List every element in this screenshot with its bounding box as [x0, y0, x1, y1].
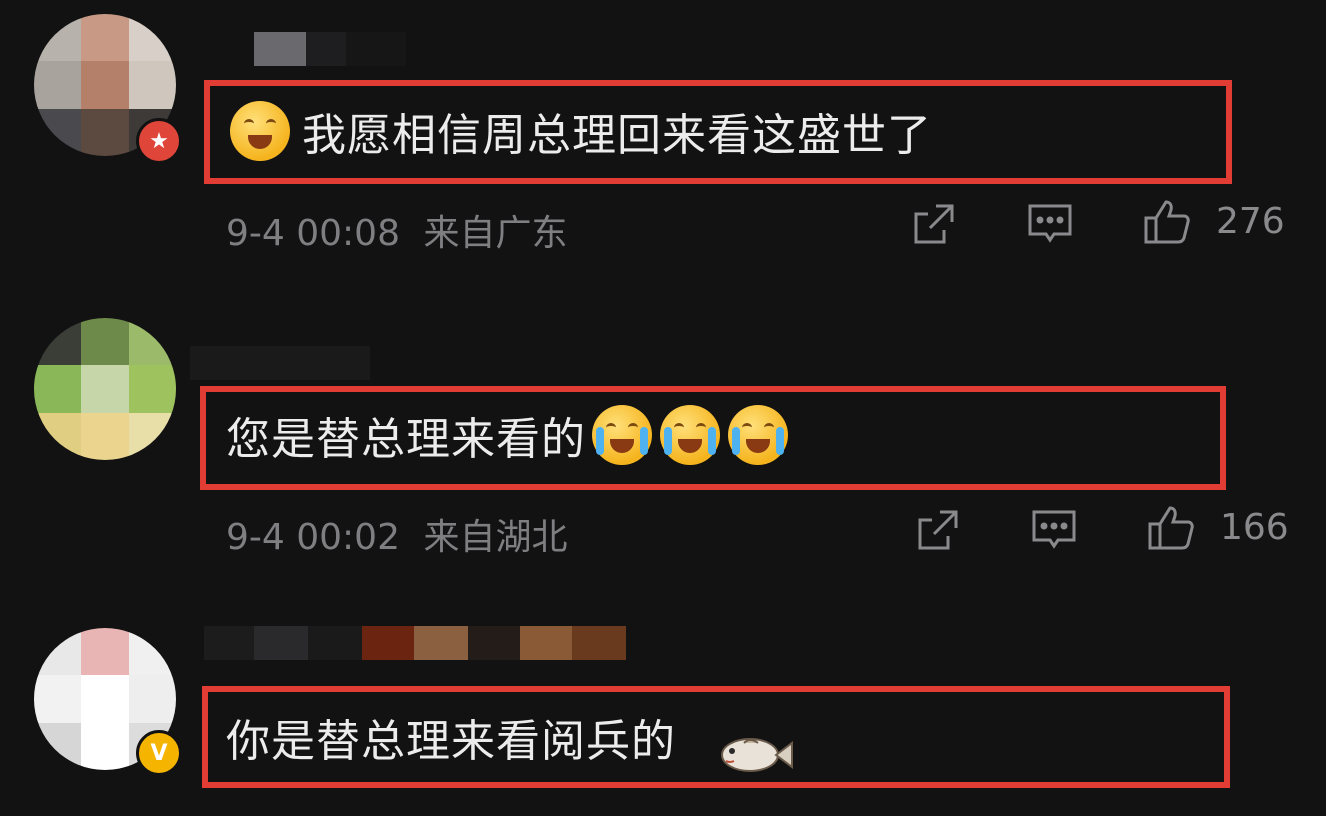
comment-icon — [1032, 510, 1076, 549]
reply-button[interactable] — [1030, 506, 1078, 554]
crying-laughing-emoji-icon — [592, 405, 652, 465]
crying-laughing-emoji-icon — [660, 405, 720, 465]
like-count: 166 — [1220, 506, 1289, 548]
like-button[interactable]: 276 — [1142, 196, 1285, 246]
like-button[interactable]: 166 — [1146, 502, 1289, 552]
username-blurred[interactable] — [190, 346, 370, 380]
comment-meta: 9-4 00:02 来自湖北 — [226, 508, 567, 560]
comment-text: 您是替总理来看的 — [226, 400, 790, 470]
thumbs-up-icon — [1148, 506, 1194, 550]
comment-item: V 你是替总理来看阅兵的 — [0, 610, 1326, 816]
share-button[interactable] — [910, 200, 958, 248]
comment-meta: 9-4 00:08 来自广东 — [226, 204, 567, 256]
comment-text: 我愿相信周总理回来看这盛世了 — [230, 96, 932, 166]
reply-button[interactable] — [1026, 200, 1074, 248]
crying-laughing-emoji-icon — [728, 405, 788, 465]
timestamp: 9-4 00:08 — [226, 213, 400, 254]
thumbs-up-icon — [1144, 200, 1190, 244]
comment-text: 你是替总理来看阅兵的 — [226, 702, 794, 772]
location: 来自湖北 — [423, 517, 568, 558]
like-count: 276 — [1216, 200, 1285, 242]
timestamp: 9-4 00:02 — [226, 517, 400, 558]
share-button[interactable] — [914, 506, 962, 554]
crying-hand-over-mouth-emoji-icon — [230, 101, 290, 161]
share-icon — [914, 204, 954, 244]
fish-sticker-icon — [721, 738, 793, 772]
comment-item: ★ 我愿相信周总理回来看这盛世了 9-4 00:08 来自广东 276 — [0, 0, 1326, 290]
comment-icon — [1028, 204, 1072, 243]
comment-item: 您是替总理来看的 9-4 00:02 来自湖北 166 — [0, 300, 1326, 600]
star-badge-icon: ★ — [136, 118, 182, 164]
location: 来自广东 — [423, 213, 568, 254]
username-blurred[interactable] — [204, 626, 626, 660]
verified-badge-icon: V — [136, 730, 182, 776]
share-icon — [918, 510, 958, 550]
avatar[interactable] — [34, 318, 176, 460]
username-blurred[interactable] — [254, 32, 406, 66]
